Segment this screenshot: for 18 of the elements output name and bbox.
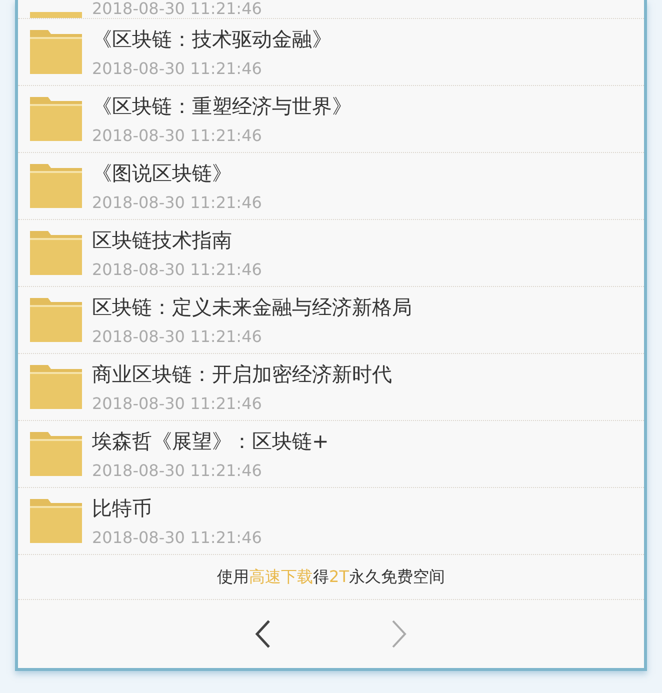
modified-date: 2018-08-30 11:21:46 (92, 260, 262, 279)
modified-date: 2018-08-30 11:21:46 (92, 126, 263, 145)
folder-name[interactable]: 《区块链：技术驱动金融》 (92, 26, 332, 53)
modified-date: 2018-08-30 11:21:46 (92, 327, 263, 346)
folder-name[interactable]: 《图说区块链》 (92, 160, 262, 187)
modified-date: 2018-08-30 11:21:46 (92, 193, 262, 212)
folder-name[interactable]: 区块链：定义未来金融与经济新格局 (92, 294, 412, 321)
modified-date: 2018-08-30 11:21:46 (92, 0, 262, 18)
folder-name[interactable]: 商业区块链：开启加密经济新时代 (92, 361, 392, 388)
folder-name[interactable]: 埃森哲《展望》：区块链+ (92, 428, 329, 455)
folder-name[interactable]: 比特币 (92, 495, 262, 522)
modified-date: 2018-08-30 11:21:46 (92, 461, 263, 480)
modified-date: 2018-08-30 11:21:46 (92, 528, 262, 547)
folder-name[interactable]: 《区块链：重塑经济与世界》 (92, 93, 352, 120)
promo-text: 使用高速下载得2T永久免费空间 (217, 566, 445, 588)
modified-date: 2018-08-30 11:21:46 (92, 394, 263, 413)
modified-date: 2018-08-30 11:21:46 (92, 59, 263, 78)
folder-name[interactable]: 区块链技术指南 (92, 227, 262, 254)
